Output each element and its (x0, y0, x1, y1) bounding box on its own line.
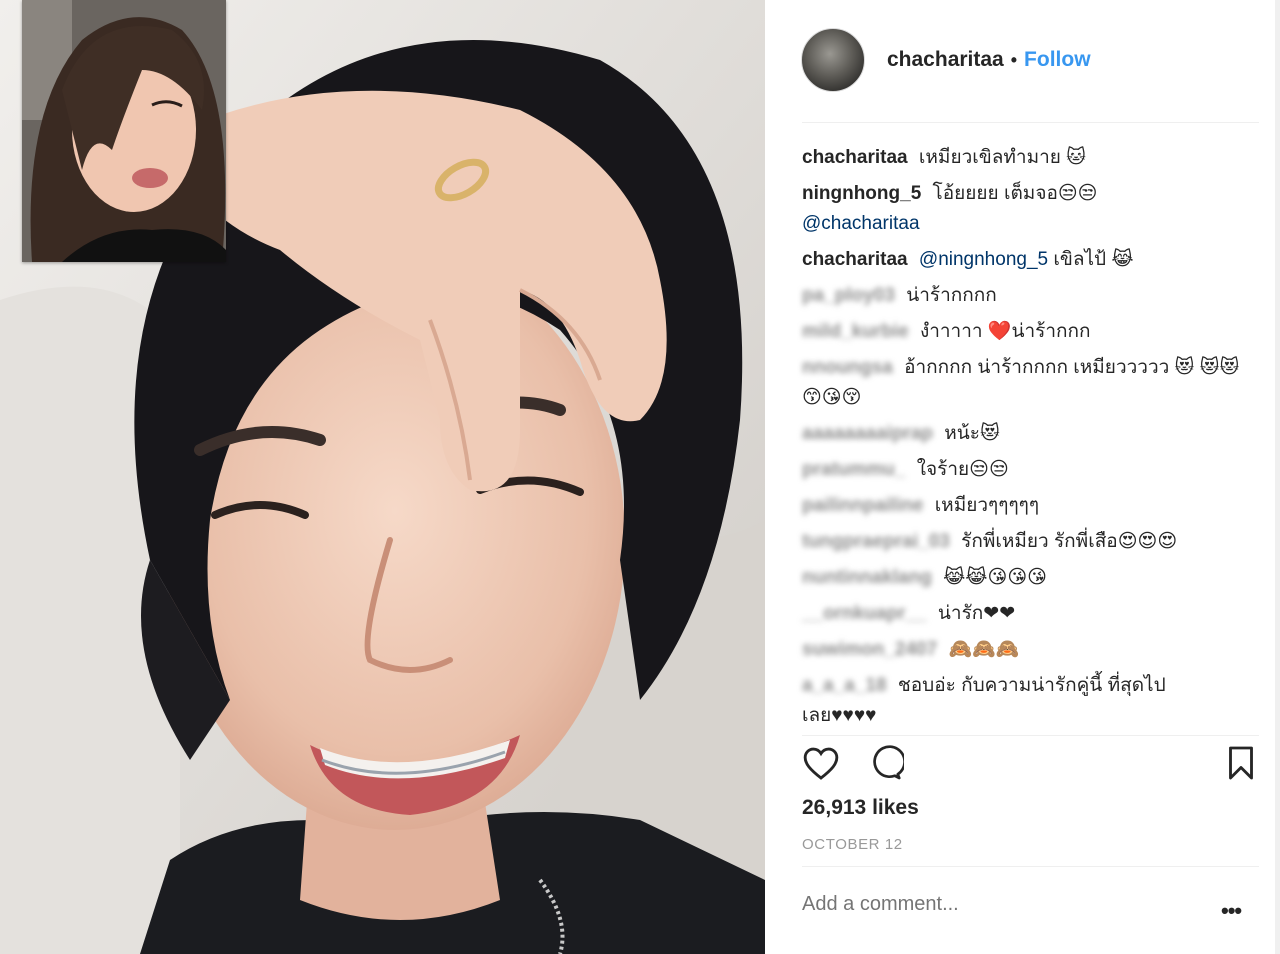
comment-mention[interactable]: @ningnhong_5 (919, 249, 1048, 270)
comment-item: chacharitaa @ningnhong_5 เขิลไป้ 😹 (802, 242, 1242, 278)
comment-item: pratummu_ ใจร้าย😒😒 (802, 452, 1242, 488)
post-header: chacharitaa • Follow (801, 28, 1091, 92)
header-divider (802, 122, 1259, 123)
comment-username[interactable]: __ornkuapr__ (802, 603, 927, 624)
scrollbar[interactable] (1275, 0, 1280, 954)
inset-illustration (22, 0, 226, 262)
comment-username[interactable]: a_a_a_18 (802, 675, 887, 696)
add-comment-input[interactable] (802, 893, 1192, 916)
post-actions (802, 745, 1254, 785)
comments-list: chacharitaa เหมียวเขิลทำมาย 🐱 ningnhong_… (802, 140, 1242, 734)
comment-username[interactable]: pailinnpailine (802, 495, 923, 516)
comment-item: mild_kurbie งำาาาา ❤️น่าร้ากกก (802, 314, 1242, 350)
comment-username[interactable]: pratummu_ (802, 459, 905, 480)
comment-username[interactable]: aaaaaaaaiprap (802, 423, 933, 444)
comment-item: nuntinnaklang 😹😹😘😘😘 (802, 560, 1242, 596)
likes-count[interactable]: 26,913 likes (802, 796, 919, 820)
comment-text: เหมียวๆๆๆๆๆ (934, 495, 1040, 516)
comment-text: น่าร้ากกกก (906, 285, 997, 306)
comment-username[interactable]: chacharitaa (802, 249, 908, 270)
comment-box-divider (802, 866, 1259, 867)
comment-item: aaaaaaaaiprap หน้ะ😻 (802, 416, 1242, 452)
header-username[interactable]: chacharitaa (887, 48, 1004, 72)
comment-username[interactable]: nnoungsa (802, 357, 893, 378)
avatar[interactable] (801, 28, 865, 92)
comment-username[interactable]: chacharitaa (802, 147, 908, 168)
post-photo (0, 0, 765, 954)
comment-text: 😹😹😘😘😘 (943, 567, 1047, 588)
comment-mention[interactable]: @chacharitaa (802, 213, 920, 234)
comment-text: เหมียวเขิลทำมาย 🐱 (918, 147, 1086, 168)
bookmark-icon[interactable] (1226, 745, 1256, 786)
comment-item: ningnhong_5 โอ้ยยยย เต็มจอ😒😒 @chacharita… (802, 179, 1242, 239)
comment-text: งำาาาา ❤️น่าร้ากกก (919, 321, 1091, 342)
comment-item: a_a_a_18 ชอบอ่ะ กับความน่ารักคู่นี้ ที่ส… (802, 671, 1242, 731)
actions-divider (802, 735, 1259, 736)
comment-username[interactable]: nuntinnaklang (802, 567, 932, 588)
more-icon[interactable]: ••• (1221, 898, 1242, 924)
comment-text: น่ารัก❤❤ (937, 603, 1016, 624)
comment-text: เขิลไป้ 😹 (1053, 249, 1134, 270)
comment-item: tungpraeprai_03 รักพี่เหมียว รักพี่เสือ😍… (802, 524, 1242, 560)
follow-button[interactable]: Follow (1024, 48, 1091, 72)
comment-item: __ornkuapr__ น่ารัก❤❤ (802, 596, 1242, 632)
comment-username[interactable]: mild_kurbie (802, 321, 909, 342)
comment-item: pa_ploy03 น่าร้ากกกก (802, 278, 1242, 314)
comment-item: chacharitaa เหมียวเขิลทำมาย 🐱 (802, 140, 1242, 176)
comment-username[interactable]: tungpraeprai_03 (802, 531, 950, 552)
comment-item: nnoungsa อ้ากกกก น่าร้ากกกก เหมียววววว 😻… (802, 353, 1242, 413)
comment-text: หน้ะ😻 (944, 423, 1000, 444)
facetime-inset (22, 0, 226, 262)
comment-text: 🙈🙈🙈 (948, 639, 1020, 660)
comment-text: รักพี่เหมียว รักพี่เสือ😍😍😍 (961, 531, 1178, 552)
comment-text: ใจร้าย😒😒 (916, 459, 1009, 480)
post-date[interactable]: OCTOBER 12 (802, 836, 903, 853)
comment-username[interactable]: suwimon_2407 (802, 639, 937, 660)
comment-username[interactable]: ningnhong_5 (802, 183, 921, 204)
comment-text: โอ้ยยยย เต็มจอ😒😒 (932, 183, 1098, 204)
comment-item: pailinnpailine เหมียวๆๆๆๆๆ (802, 488, 1242, 524)
heart-icon[interactable] (802, 745, 840, 786)
comment-item: suwimon_2407 🙈🙈🙈 (802, 632, 1242, 668)
comment-icon[interactable] (866, 745, 906, 786)
post-side-panel: chacharitaa • Follow chacharitaa เหมียวเ… (765, 0, 1280, 954)
comment-username[interactable]: pa_ploy03 (802, 285, 895, 306)
header-separator: • (1010, 49, 1018, 70)
